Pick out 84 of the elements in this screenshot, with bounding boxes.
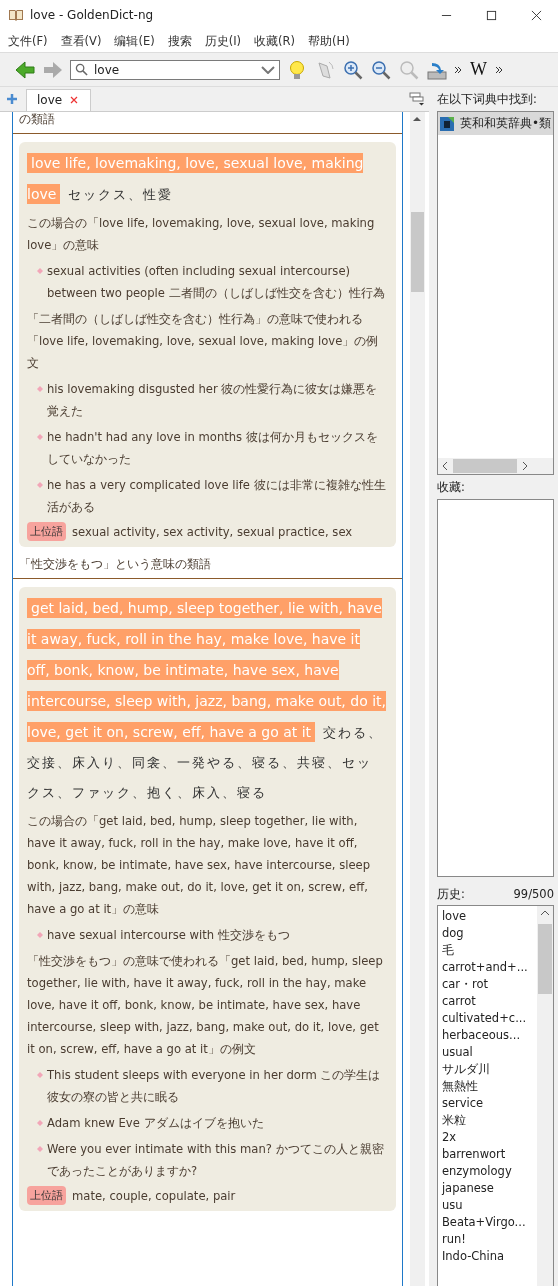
dictionary-item[interactable]: 英和和英辞典•類 <box>437 112 553 135</box>
history-item[interactable]: 無熱性 <box>441 1078 537 1095</box>
menu-item[interactable]: 搜索 <box>167 33 192 49</box>
diamond-icon <box>37 1146 43 1152</box>
window-title: love - GoldenDict-ng <box>30 8 154 22</box>
history-item[interactable]: usual <box>441 1044 537 1061</box>
history-item[interactable]: 2x <box>441 1129 537 1146</box>
history-item[interactable]: carrot <box>441 993 537 1010</box>
menu-item[interactable]: 文件(F) <box>8 33 48 49</box>
history-item[interactable]: run! <box>441 1231 537 1248</box>
history-item[interactable]: Indo-China <box>441 1248 537 1265</box>
history-item[interactable]: Beata+Virgo... <box>441 1214 537 1231</box>
menu-item[interactable]: 收藏(R) <box>254 33 296 49</box>
history-item[interactable]: サルダ川 <box>441 1061 537 1078</box>
add-tab-icon[interactable] <box>6 93 18 105</box>
example-sentence: This student sleeps with everyone in her dorm この学生は彼女の寮の皆と共に眠る <box>47 1067 382 1106</box>
headword-entry: love life, lovemaking, love, sexual love, making love セックス、性愛 <box>27 152 365 206</box>
book-icon <box>8 7 24 23</box>
panel-label: 收藏: <box>436 478 466 496</box>
example-sentence: Adam knew Eve アダムはイブを抱いた <box>47 1115 264 1132</box>
maximize-icon[interactable] <box>486 9 497 21</box>
history-item[interactable]: 毛 <box>441 942 537 959</box>
section-heading: 「性交渉をもつ」という意味の類語 <box>19 557 211 571</box>
zoom-out-icon[interactable] <box>370 58 392 81</box>
favorites-list[interactable] <box>436 499 554 877</box>
scrollbar[interactable] <box>437 458 553 474</box>
sense-text: sexual activities (often including sexual intercourse) between two people 二者間の（しばしば性交を含む）性行為 <box>47 263 386 302</box>
hypernym-tag: 上位語 <box>27 522 66 541</box>
menu-item[interactable]: 历史(I) <box>204 33 242 49</box>
hypernym-text: sexual activity, sex activity, sexual practice, sex <box>72 524 353 539</box>
history-item[interactable]: dog <box>441 925 537 942</box>
menu-item[interactable]: 帮助(H) <box>308 33 350 49</box>
close-tab-icon[interactable] <box>70 96 79 104</box>
diamond-icon <box>37 386 43 392</box>
diamond-icon <box>37 1072 43 1078</box>
history-count: 99/500 <box>513 887 554 901</box>
history-item[interactable]: barrenwort <box>441 1146 537 1163</box>
scrollbar[interactable] <box>537 906 553 1286</box>
close-icon[interactable] <box>531 9 542 21</box>
history-item[interactable]: herbaceous... <box>441 1027 537 1044</box>
usage-text: 「性交渉をもつ」の意味で使われる「get laid, bed, hump, sleep together, lie with, have it away, fuck, roll in the hay, make love, have it off, bonk, know, be intimate, have sex, have intercourse, sleep with, jazz, bang, make out, do it, love, get it on, screw, eff, have a go at it」の例文 <box>27 953 384 1058</box>
hypernym-text: mate, couple, copulate, pair <box>72 1188 236 1203</box>
panel-label: 在以下词典中找到: <box>436 90 538 108</box>
scroll-thumb[interactable] <box>410 212 424 292</box>
diamond-icon <box>37 434 43 440</box>
history-item[interactable]: 米粒 <box>441 1112 537 1129</box>
diamond-icon <box>37 932 43 938</box>
dictionary-icon <box>439 116 454 131</box>
hypernym-tag: 上位語 <box>27 1186 66 1205</box>
scroll-thumb[interactable] <box>538 924 552 994</box>
history-item[interactable]: enzymology <box>441 1163 537 1180</box>
more-icon[interactable] <box>454 65 462 74</box>
scroll-thumb[interactable] <box>452 459 517 473</box>
more-icon[interactable] <box>495 65 503 74</box>
wikipedia-button[interactable]: W <box>468 59 489 80</box>
sense-text: have sexual intercourse with 性交渉をもつ <box>47 927 290 944</box>
panel-label: 历史: <box>436 886 465 902</box>
history-item[interactable]: carrot+and+... <box>441 959 537 976</box>
menu-item[interactable]: 查看(V) <box>60 33 102 49</box>
history-item[interactable]: love <box>441 908 537 925</box>
history-item[interactable]: usu <box>441 1197 537 1214</box>
section-heading: の類語 <box>19 112 55 126</box>
zoom-in-icon[interactable] <box>342 58 364 81</box>
scroll-up-icon[interactable] <box>541 910 549 915</box>
diamond-icon <box>37 1120 43 1126</box>
history-item[interactable]: cultivated+c... <box>441 1010 537 1027</box>
scroll-up-icon[interactable] <box>413 116 422 121</box>
scrollbar[interactable] <box>409 112 425 1286</box>
back-arrow-icon[interactable] <box>14 58 36 81</box>
history-item[interactable]: car・rot <box>441 976 537 993</box>
diamond-icon <box>37 268 43 274</box>
tab-list-icon[interactable] <box>408 92 425 106</box>
search-icon <box>75 63 88 76</box>
menu-item[interactable]: 编辑(E) <box>114 33 155 49</box>
scroll-left-icon[interactable] <box>441 462 447 470</box>
caret-icon[interactable] <box>261 65 275 74</box>
scroll-right-icon[interactable] <box>522 462 528 470</box>
diamond-icon <box>37 482 43 488</box>
example-sentence: Were you ever intimate with this man? かつてこの人と親密であったことがありますか? <box>47 1141 385 1180</box>
tab[interactable]: love <box>26 89 92 111</box>
search-field[interactable]: love <box>70 59 280 80</box>
history-item[interactable]: japanese <box>441 1180 537 1197</box>
headword-entry: get laid, bed, hump, sleep together, lie with, have it away, fuck, roll in the hay, make love, have it off, bonk, know, be intimate, have sex, have intercourse, sleep with, jazz, bang, make out, do it, love, get it on, screw, eff, have a go at it 交わる、交接、床入り、同衾、一発やる、寝る、共寝、セックス、ファック、抱く、床入、寝る <box>27 597 386 802</box>
history-item[interactable]: service <box>441 1095 537 1112</box>
